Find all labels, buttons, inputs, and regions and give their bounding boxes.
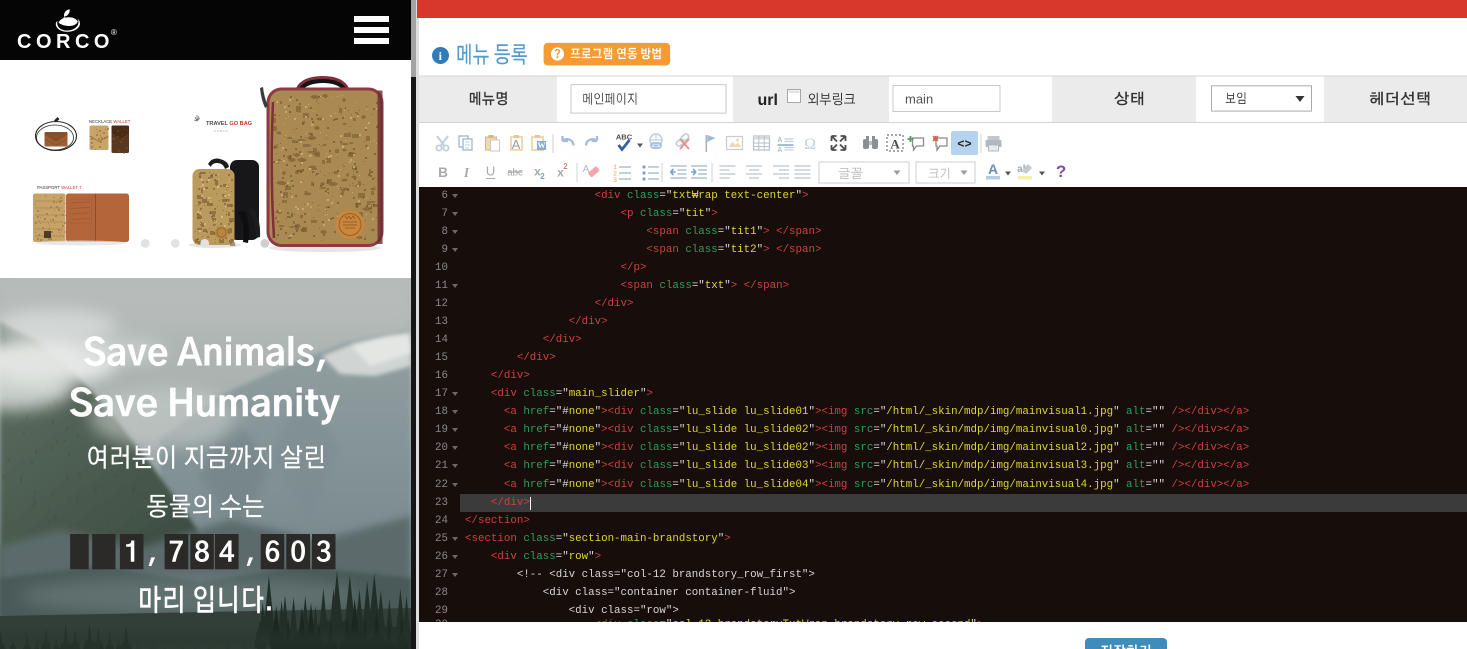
svg-text:2: 2: [540, 172, 545, 181]
svg-text:A: A: [512, 137, 521, 152]
svg-text:W: W: [538, 141, 546, 150]
svg-text:main: main: [905, 92, 933, 107]
svg-text:Ω: Ω: [804, 136, 816, 153]
svg-text:U: U: [486, 164, 495, 179]
svg-text:I: I: [463, 165, 470, 180]
svg-text:A: A: [778, 147, 783, 154]
svg-text:A: A: [988, 161, 998, 177]
svg-text:B: B: [438, 165, 448, 180]
svg-text:2: 2: [563, 162, 568, 171]
svg-text:3: 3: [613, 177, 617, 184]
svg-text:ABC: ABC: [616, 133, 633, 142]
svg-text:A: A: [890, 137, 900, 152]
svg-text:?: ?: [1056, 162, 1066, 181]
svg-text:abc: abc: [507, 168, 523, 179]
svg-text:<>: <>: [957, 138, 971, 152]
svg-text:url: url: [758, 92, 778, 109]
svg-text:A: A: [778, 137, 783, 144]
